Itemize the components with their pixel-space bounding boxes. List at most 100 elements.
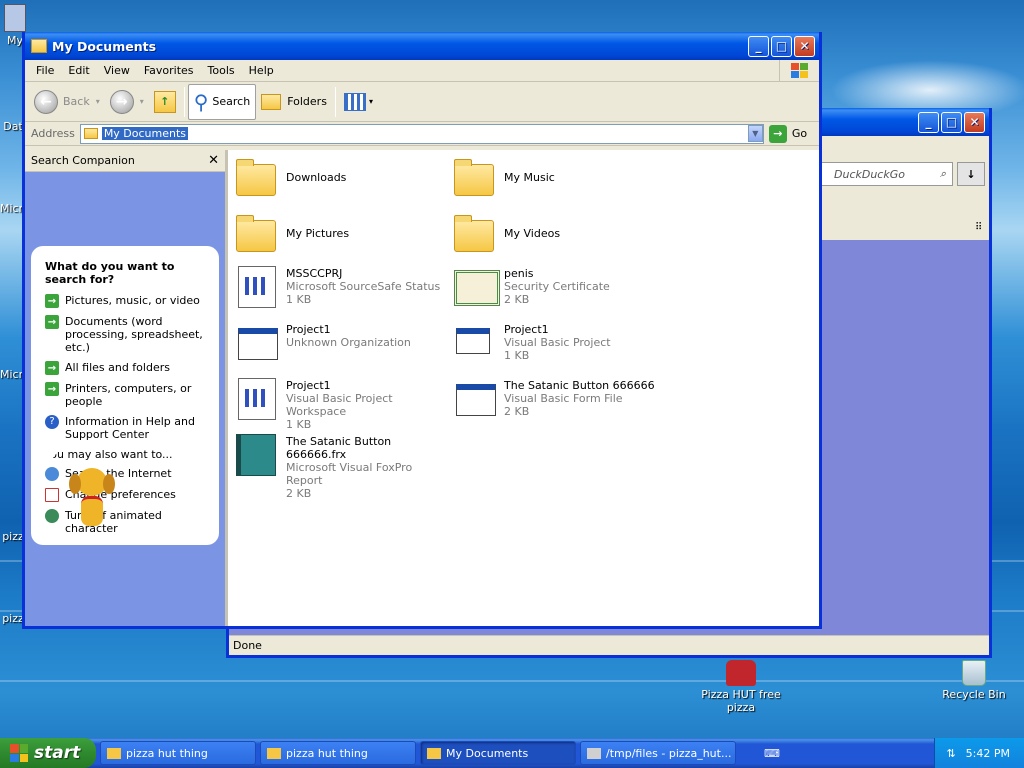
water-ripple bbox=[0, 680, 1024, 682]
maximize-button[interactable]: □ bbox=[941, 111, 962, 133]
close-button[interactable]: ✕ bbox=[964, 111, 985, 133]
taskbar-item[interactable]: /tmp/files - pizza_hut... bbox=[580, 741, 736, 765]
menu-bar: File Edit View Favorites Tools Help bbox=[25, 59, 819, 82]
clock[interactable]: 5:42 PM bbox=[966, 747, 1010, 760]
also-want-label: You may also want to... bbox=[45, 448, 173, 461]
file-item-project1-workspace[interactable]: Project1 Visual Basic Project Workspace … bbox=[236, 376, 446, 431]
computer-icon bbox=[4, 4, 26, 32]
dog-body-icon bbox=[81, 496, 103, 526]
up-folder-button[interactable]: ↑ bbox=[149, 85, 181, 119]
desktop-icon-data[interactable]: Dat bbox=[2, 120, 24, 133]
toolbar-separator bbox=[334, 86, 336, 117]
address-dropdown[interactable]: ▼ bbox=[747, 125, 763, 142]
search-option-help[interactable]: ? Information in Help and Support Center bbox=[45, 415, 209, 441]
chevron-down-icon[interactable]: ▾ bbox=[140, 97, 144, 106]
menu-help[interactable]: Help bbox=[242, 64, 281, 77]
status-bar: Done bbox=[229, 635, 989, 655]
file-item-downloads[interactable]: Downloads bbox=[236, 156, 446, 204]
green-arrow-icon: → bbox=[45, 294, 59, 308]
taskbar: start pizza hut thing pizza hut thing My… bbox=[0, 738, 1024, 768]
close-button[interactable]: ✕ bbox=[794, 35, 815, 57]
grid-icon[interactable]: ⠿ bbox=[975, 222, 982, 233]
dog-ear-icon bbox=[103, 474, 115, 494]
address-input[interactable]: My Documents ▼ bbox=[79, 123, 764, 144]
desktop-icon-recycle-bin[interactable]: Recycle Bin bbox=[940, 660, 1008, 701]
search-companion-pane: Search Companion ✕ What do you want to s… bbox=[25, 150, 225, 626]
minimize-button[interactable]: _ bbox=[748, 35, 769, 57]
document-icon bbox=[236, 376, 284, 424]
browser-icon bbox=[587, 747, 601, 759]
desktop-icon-pizza-1[interactable]: pizz bbox=[2, 530, 24, 543]
search-option-documents[interactable]: → Documents (word processing, spreadsheet… bbox=[45, 315, 209, 354]
file-item-satanic-button-form[interactable]: The Satanic Button 666666 Visual Basic F… bbox=[454, 376, 664, 424]
forward-arrow-icon: → bbox=[109, 89, 134, 114]
folders-icon bbox=[261, 93, 282, 110]
menu-favorites[interactable]: Favorites bbox=[137, 64, 201, 77]
chevron-down-icon[interactable]: ▾ bbox=[369, 97, 373, 106]
minimize-button[interactable]: _ bbox=[918, 111, 939, 133]
taskbar-item[interactable]: pizza hut thing bbox=[260, 741, 416, 765]
menu-file[interactable]: File bbox=[29, 64, 61, 77]
menu-tools[interactable]: Tools bbox=[201, 64, 242, 77]
desktop-icon-pizza-2[interactable]: pizz bbox=[2, 612, 24, 625]
folder-icon bbox=[107, 747, 121, 759]
views-icon bbox=[343, 92, 366, 111]
forward-button[interactable]: → ▾ bbox=[105, 85, 149, 119]
keyboard-icon[interactable]: ⌨ bbox=[764, 747, 780, 760]
desktop-icon-micro-1[interactable]: Micro bbox=[0, 202, 30, 215]
network-icon[interactable]: ⇅ bbox=[946, 747, 955, 760]
maximize-button[interactable]: □ bbox=[771, 35, 792, 57]
folder-icon bbox=[236, 156, 284, 204]
green-arrow-icon: → bbox=[45, 382, 59, 396]
search-dog-character[interactable] bbox=[69, 468, 115, 534]
document-icon bbox=[236, 264, 284, 312]
character-icon bbox=[45, 509, 59, 523]
back-button[interactable]: ← Back ▾ bbox=[29, 85, 105, 119]
file-item-project1-vbp[interactable]: Project1 Visual Basic Project 1 KB bbox=[454, 320, 664, 368]
file-item-certificate[interactable]: penis Security Certificate 2 KB bbox=[454, 264, 664, 312]
foxpro-report-icon bbox=[236, 432, 284, 480]
recycle-bin-icon bbox=[962, 660, 986, 686]
telephone-icon bbox=[726, 660, 756, 686]
address-bar: Address My Documents ▼ → Go bbox=[25, 122, 819, 146]
chevron-down-icon[interactable]: ▾ bbox=[96, 97, 100, 106]
folder-icon bbox=[31, 39, 47, 53]
toolbar-separator bbox=[183, 86, 185, 117]
file-item-satanic-button-frx[interactable]: The Satanic Button 666666.frx Microsoft … bbox=[236, 432, 446, 500]
search-bubble: What do you want to search for? → Picture… bbox=[31, 246, 219, 545]
internet-search-icon bbox=[45, 467, 59, 481]
desktop-icon-micro-2[interactable]: Micro bbox=[0, 368, 30, 381]
file-item-my-music[interactable]: My Music bbox=[454, 156, 664, 204]
folders-button[interactable]: Folders bbox=[256, 85, 332, 119]
go-button[interactable]: → Go bbox=[768, 124, 807, 143]
file-list-view: Downloads My Music My Pictures My Videos… bbox=[225, 150, 819, 626]
back-arrow-icon: ← bbox=[34, 89, 58, 114]
search-button[interactable]: ⚲ Search bbox=[187, 83, 257, 120]
form-icon bbox=[236, 320, 284, 368]
folder-icon bbox=[267, 747, 281, 759]
start-button[interactable]: start bbox=[0, 738, 96, 768]
close-icon[interactable]: ✕ bbox=[208, 153, 219, 168]
form-icon bbox=[454, 376, 502, 424]
music-folder-icon bbox=[454, 156, 502, 204]
explorer-titlebar[interactable]: My Documents _ □ ✕ bbox=[25, 32, 819, 60]
taskbar-item-active[interactable]: My Documents bbox=[420, 741, 576, 765]
search-option-printers[interactable]: → Printers, computers, or people bbox=[45, 382, 209, 408]
search-option-pictures[interactable]: → Pictures, music, or video bbox=[45, 294, 209, 308]
file-item-my-videos[interactable]: My Videos bbox=[454, 212, 664, 260]
file-item-project1-unknown[interactable]: Project1 Unknown Organization bbox=[236, 320, 446, 368]
file-item-mssccprj[interactable]: MSSCCPRJ Microsoft SourceSafe Status 1 K… bbox=[236, 264, 446, 312]
menu-edit[interactable]: Edit bbox=[61, 64, 96, 77]
views-button[interactable]: ▾ bbox=[339, 85, 378, 119]
download-icon[interactable]: ↓ bbox=[957, 162, 985, 186]
file-item-my-pictures[interactable]: My Pictures bbox=[236, 212, 446, 260]
search-box[interactable]: DuckDuckGo ⌕ bbox=[817, 162, 953, 186]
menu-view[interactable]: View bbox=[97, 64, 137, 77]
search-option-all-files[interactable]: → All files and folders bbox=[45, 361, 209, 375]
taskbar-item[interactable]: pizza hut thing bbox=[100, 741, 256, 765]
desktop-icon-pizza-hut[interactable]: Pizza HUT free pizza bbox=[696, 660, 786, 714]
green-arrow-icon: → bbox=[45, 315, 59, 329]
vb-project-icon bbox=[454, 320, 502, 368]
my-documents-window[interactable]: My Documents _ □ ✕ File Edit View Favori… bbox=[22, 32, 822, 629]
search-icon[interactable]: ⌕ bbox=[940, 167, 946, 181]
